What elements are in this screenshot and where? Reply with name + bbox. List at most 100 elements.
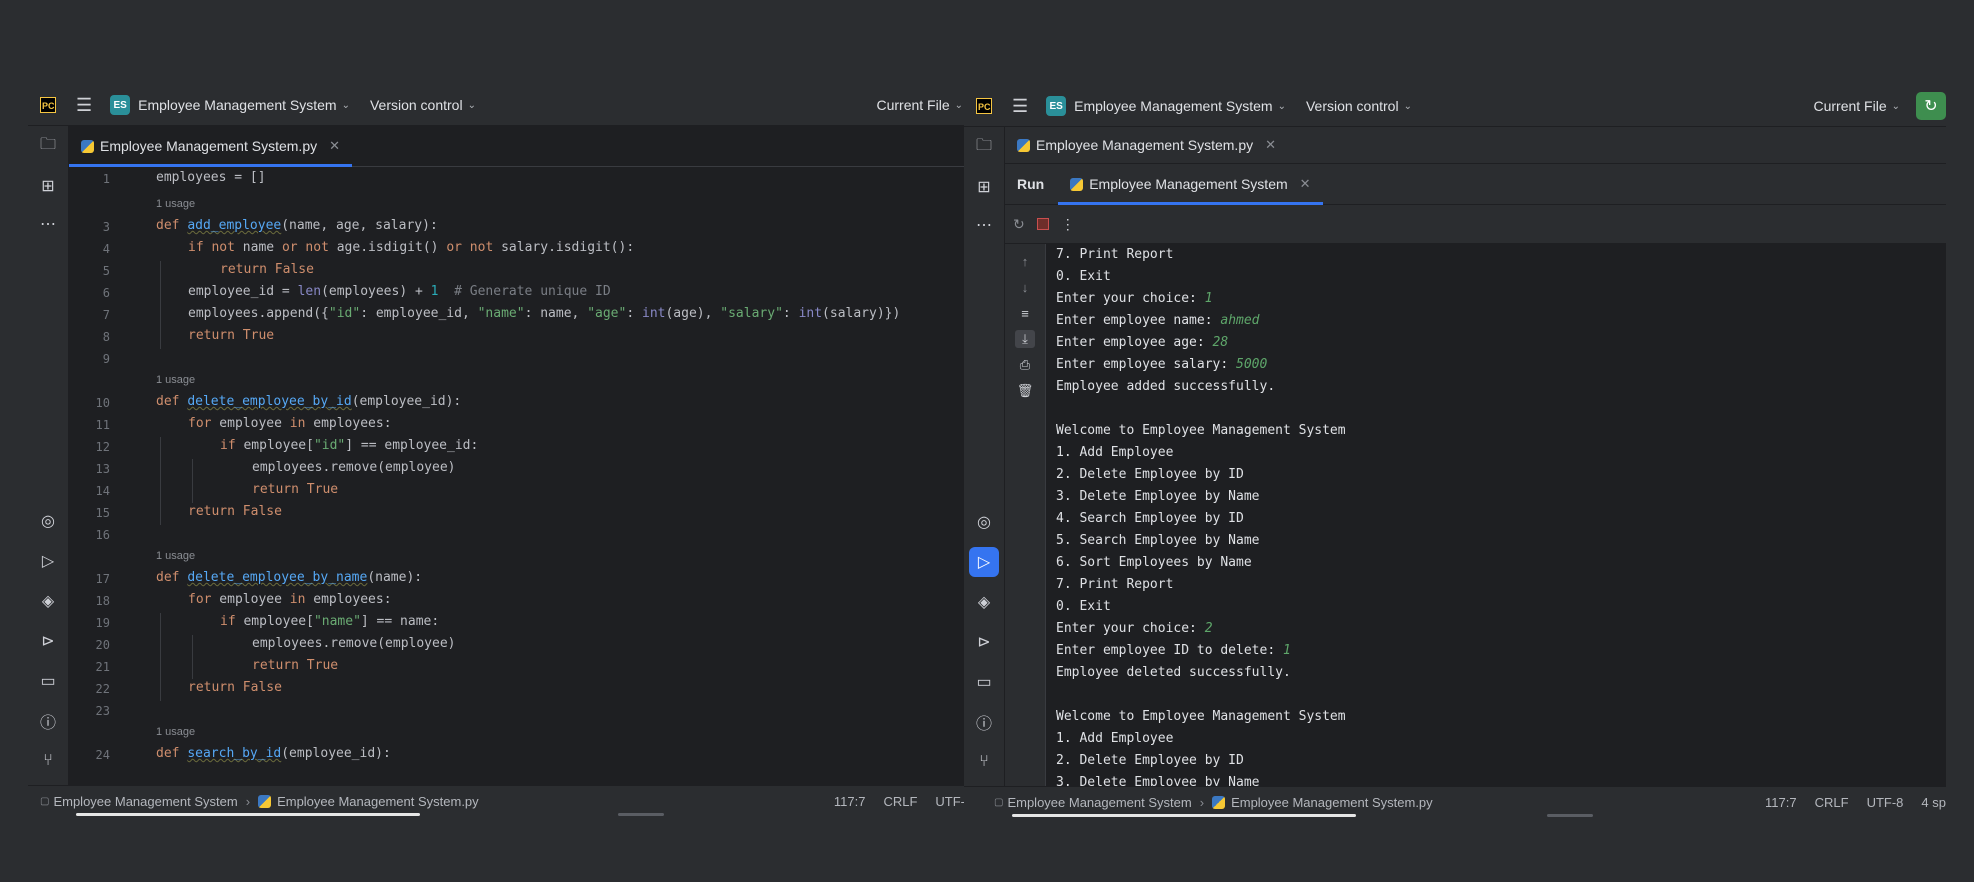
line-number: 15 [95, 506, 110, 520]
close-icon[interactable]: ✕ [329, 138, 340, 154]
project-name[interactable]: Employee Management System [138, 97, 336, 113]
horizontal-scrollbar-thumb[interactable] [618, 813, 664, 816]
project-badge[interactable]: ES [1046, 96, 1067, 116]
line-number: 1 [102, 172, 110, 186]
console-line: 7. Print Report [1056, 247, 1174, 262]
line-number: 24 [95, 748, 110, 762]
chevron-down-icon[interactable]: ⌄ [468, 100, 476, 111]
title-bar: PC ☰ ES Employee Management System ⌄ Vers… [28, 85, 965, 126]
git-icon[interactable]: ⑂ [974, 752, 994, 772]
rerun-icon[interactable]: ↻ [1013, 216, 1025, 233]
line-number: 17 [95, 572, 110, 586]
horizontal-scrollbar[interactable] [1012, 814, 1356, 817]
run-icon[interactable]: ▷ [38, 551, 58, 571]
layers-icon[interactable]: ◈ [38, 591, 58, 611]
console-line: 1. Add Employee [1056, 445, 1174, 460]
breadcrumb-project[interactable]: Employee Management System [53, 794, 237, 809]
terminal-icon[interactable]: ▭ [974, 672, 994, 692]
line-number: 4 [102, 242, 110, 256]
folder-icon[interactable]: 🗀 [38, 136, 58, 156]
line-separator[interactable]: CRLF [1815, 795, 1849, 810]
structure-icon[interactable]: ⊞ [974, 177, 994, 197]
chevron-down-icon[interactable]: ⌄ [1892, 101, 1900, 112]
code-line: if employee["id"] == employee_id: [220, 438, 479, 453]
problems-icon[interactable]: ⓘ [974, 712, 994, 733]
run-toolbar: ↻ ⋮ [1005, 205, 1946, 244]
code-line: employees.remove(employee) [252, 636, 456, 651]
usage-hint[interactable]: 1 usage [156, 374, 195, 386]
run-console-output[interactable]: 7. Print Report 0. Exit Enter your choic… [1046, 244, 1946, 786]
stop-icon[interactable] [1036, 218, 1049, 230]
main-menu-icon[interactable]: ☰ [76, 95, 92, 116]
console-line: Enter employee name: ahmed [1056, 313, 1260, 328]
code-line: return True [252, 658, 339, 673]
terminal-icon[interactable]: ▭ [38, 671, 58, 691]
more-icon[interactable]: ⋯ [974, 215, 994, 235]
project-name[interactable]: Employee Management System [1074, 98, 1272, 114]
code-line: return True [188, 328, 275, 343]
scroll-down-icon[interactable]: ↓ [1015, 278, 1035, 296]
run-tool-window-header: Run Employee Management System ✕ [1005, 164, 1946, 205]
horizontal-scrollbar-thumb[interactable] [1547, 814, 1593, 817]
tool-window-bar: 🗀 ⊞ ⋯ ◎ ▷ ◈ ⊳ ▭ ⓘ ⑂ [964, 127, 1005, 787]
python-console-icon[interactable]: ◎ [38, 511, 58, 531]
chevron-down-icon[interactable]: ⌄ [955, 100, 963, 111]
chevron-down-icon[interactable]: ⌄ [1278, 101, 1286, 112]
indent-setting[interactable]: 4 sp [1921, 795, 1946, 810]
folder-icon[interactable]: 🗀 [974, 137, 994, 157]
services-icon[interactable]: ⊳ [974, 632, 994, 652]
horizontal-scrollbar[interactable] [76, 813, 420, 816]
pycharm-logo-icon: PC [40, 97, 56, 113]
more-options-icon[interactable]: ⋮ [1061, 216, 1075, 233]
file-encoding[interactable]: UTF- [935, 794, 965, 809]
file-encoding[interactable]: UTF-8 [1867, 795, 1904, 810]
python-console-icon[interactable]: ◎ [974, 512, 994, 532]
problems-icon[interactable]: ⓘ [38, 711, 58, 732]
console-line: 6. Sort Employees by Name [1056, 555, 1252, 570]
caret-position[interactable]: 117:7 [1765, 795, 1797, 810]
run-icon[interactable]: ▷ [969, 547, 999, 577]
more-icon[interactable]: ⋯ [38, 214, 58, 234]
code-line: if not name or not age.isdigit() or not … [188, 240, 635, 255]
close-icon[interactable]: ✕ [1300, 176, 1311, 192]
line-separator[interactable]: CRLF [883, 794, 917, 809]
chevron-down-icon[interactable]: ⌄ [1404, 101, 1412, 112]
code-line: return False [220, 262, 314, 277]
soft-wrap-icon[interactable]: ≡ [1015, 304, 1035, 322]
run-config-selector[interactable]: Current File [1813, 98, 1886, 114]
usage-hint[interactable]: 1 usage [156, 726, 195, 738]
caret-position[interactable]: 117:7 [834, 794, 866, 809]
breadcrumb-file[interactable]: Employee Management System.py [277, 794, 479, 809]
version-control-menu[interactable]: Version control [370, 97, 463, 113]
run-config-selector[interactable]: Current File [876, 97, 949, 113]
close-icon[interactable]: ✕ [1265, 137, 1276, 153]
rerun-button[interactable]: ↻ [1916, 92, 1946, 120]
print-icon[interactable]: ⎙ [1015, 356, 1035, 374]
project-badge[interactable]: ES [110, 95, 131, 115]
run-tab-employee-management-system[interactable]: Employee Management System ✕ [1058, 164, 1323, 205]
trash-icon[interactable]: 🗑 [1015, 382, 1035, 400]
line-number: 19 [95, 616, 110, 630]
tab-employee-management-system-py[interactable]: Employee Management System.py ✕ [1005, 127, 1288, 163]
usage-hint[interactable]: 1 usage [156, 550, 195, 562]
run-tab-label: Employee Management System [1089, 176, 1288, 192]
layers-icon[interactable]: ◈ [974, 592, 994, 612]
code-line: employees.append({"id": employee_id, "na… [188, 306, 901, 321]
scroll-up-icon[interactable]: ↑ [1015, 252, 1035, 270]
console-line: Enter your choice: 2 [1056, 621, 1213, 636]
main-menu-icon[interactable]: ☰ [1012, 96, 1028, 117]
code-editor[interactable]: employees = [] 1 usage def add_employee(… [156, 167, 965, 785]
code-line: def delete_employee_by_id(employee_id): [156, 394, 462, 409]
version-control-menu[interactable]: Version control [1306, 98, 1399, 114]
line-number: 10 [95, 396, 110, 410]
tab-employee-management-system-py[interactable]: Employee Management System.py ✕ [69, 126, 353, 167]
git-icon[interactable]: ⑂ [38, 751, 58, 771]
usage-hint[interactable]: 1 usage [156, 198, 195, 210]
structure-icon[interactable]: ⊞ [38, 176, 58, 196]
breadcrumb-file[interactable]: Employee Management System.py [1231, 795, 1433, 810]
breadcrumb-project[interactable]: Employee Management System [1007, 795, 1191, 810]
scroll-to-end-icon[interactable]: ⤓ [1015, 330, 1035, 348]
chevron-down-icon[interactable]: ⌄ [342, 100, 350, 111]
console-line: 3. Delete Employee by Name [1056, 775, 1260, 786]
services-icon[interactable]: ⊳ [38, 631, 58, 651]
